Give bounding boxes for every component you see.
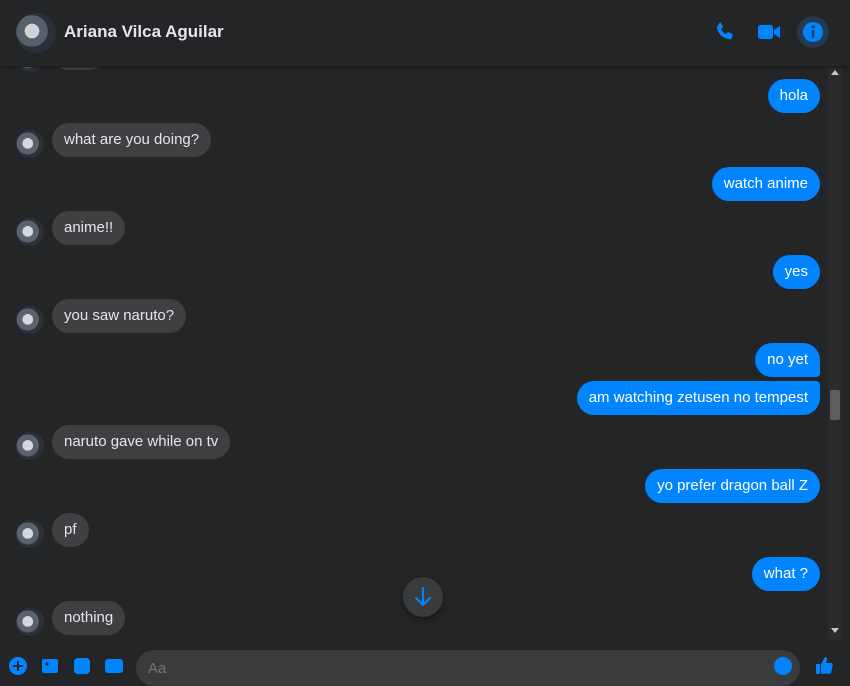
message-input[interactable] (136, 650, 800, 686)
info-icon[interactable] (801, 20, 825, 44)
message-bubble-incoming[interactable]: naruto gave while on tv (52, 425, 231, 459)
gif-icon[interactable] (104, 656, 124, 676)
message-list[interactable]: hola what are you doing? watch anime ani… (0, 66, 826, 640)
sender-avatar (16, 130, 44, 158)
message-bubble-outgoing[interactable]: hola (767, 79, 820, 113)
phone-icon[interactable] (713, 20, 737, 44)
message-bubble-outgoing[interactable]: watch anime (711, 167, 820, 201)
message-bubble-outgoing[interactable]: yes (772, 255, 820, 289)
emoji-icon[interactable] (773, 656, 793, 676)
arrow-down-icon (414, 586, 432, 607)
message-bubble-outgoing[interactable]: yo prefer dragon ball Z (645, 469, 820, 503)
message-bubble-incoming[interactable]: you saw naruto? (52, 299, 187, 333)
message-bubble-outgoing[interactable]: what ? (751, 557, 820, 591)
sender-avatar (16, 218, 44, 246)
message-scrollbar[interactable] (828, 66, 842, 640)
sender-avatar (16, 520, 44, 548)
message-bubble-outgoing[interactable]: no yet (755, 343, 820, 377)
scroll-down-arrow-icon[interactable] (831, 628, 839, 633)
message-bubble-incoming[interactable]: pf (52, 513, 89, 547)
sticker-icon[interactable] (72, 656, 92, 676)
sender-avatar (16, 306, 44, 334)
scrollbar-thumb[interactable] (830, 390, 840, 420)
plus-icon[interactable] (8, 656, 28, 676)
chat-header: Ariana Vilca Aguilar (0, 0, 850, 67)
message-bubble-incoming[interactable]: what are you doing? (52, 123, 212, 157)
message-bubble-incoming[interactable]: nothing (52, 601, 126, 635)
message-composer (0, 640, 850, 686)
contact-avatar[interactable] (16, 13, 56, 53)
message-bubble-incoming[interactable]: anime!! (52, 211, 126, 245)
video-camera-icon[interactable] (757, 20, 781, 44)
sender-avatar (16, 608, 44, 636)
message-bubble-outgoing[interactable]: am watching zetusen no tempest (576, 381, 820, 415)
scroll-to-bottom-button[interactable] (403, 577, 443, 617)
image-icon[interactable] (40, 656, 60, 676)
scroll-up-arrow-icon[interactable] (831, 70, 839, 75)
contact-name[interactable]: Ariana Vilca Aguilar (64, 22, 224, 42)
sender-avatar (16, 432, 44, 460)
like-icon[interactable] (813, 654, 833, 674)
